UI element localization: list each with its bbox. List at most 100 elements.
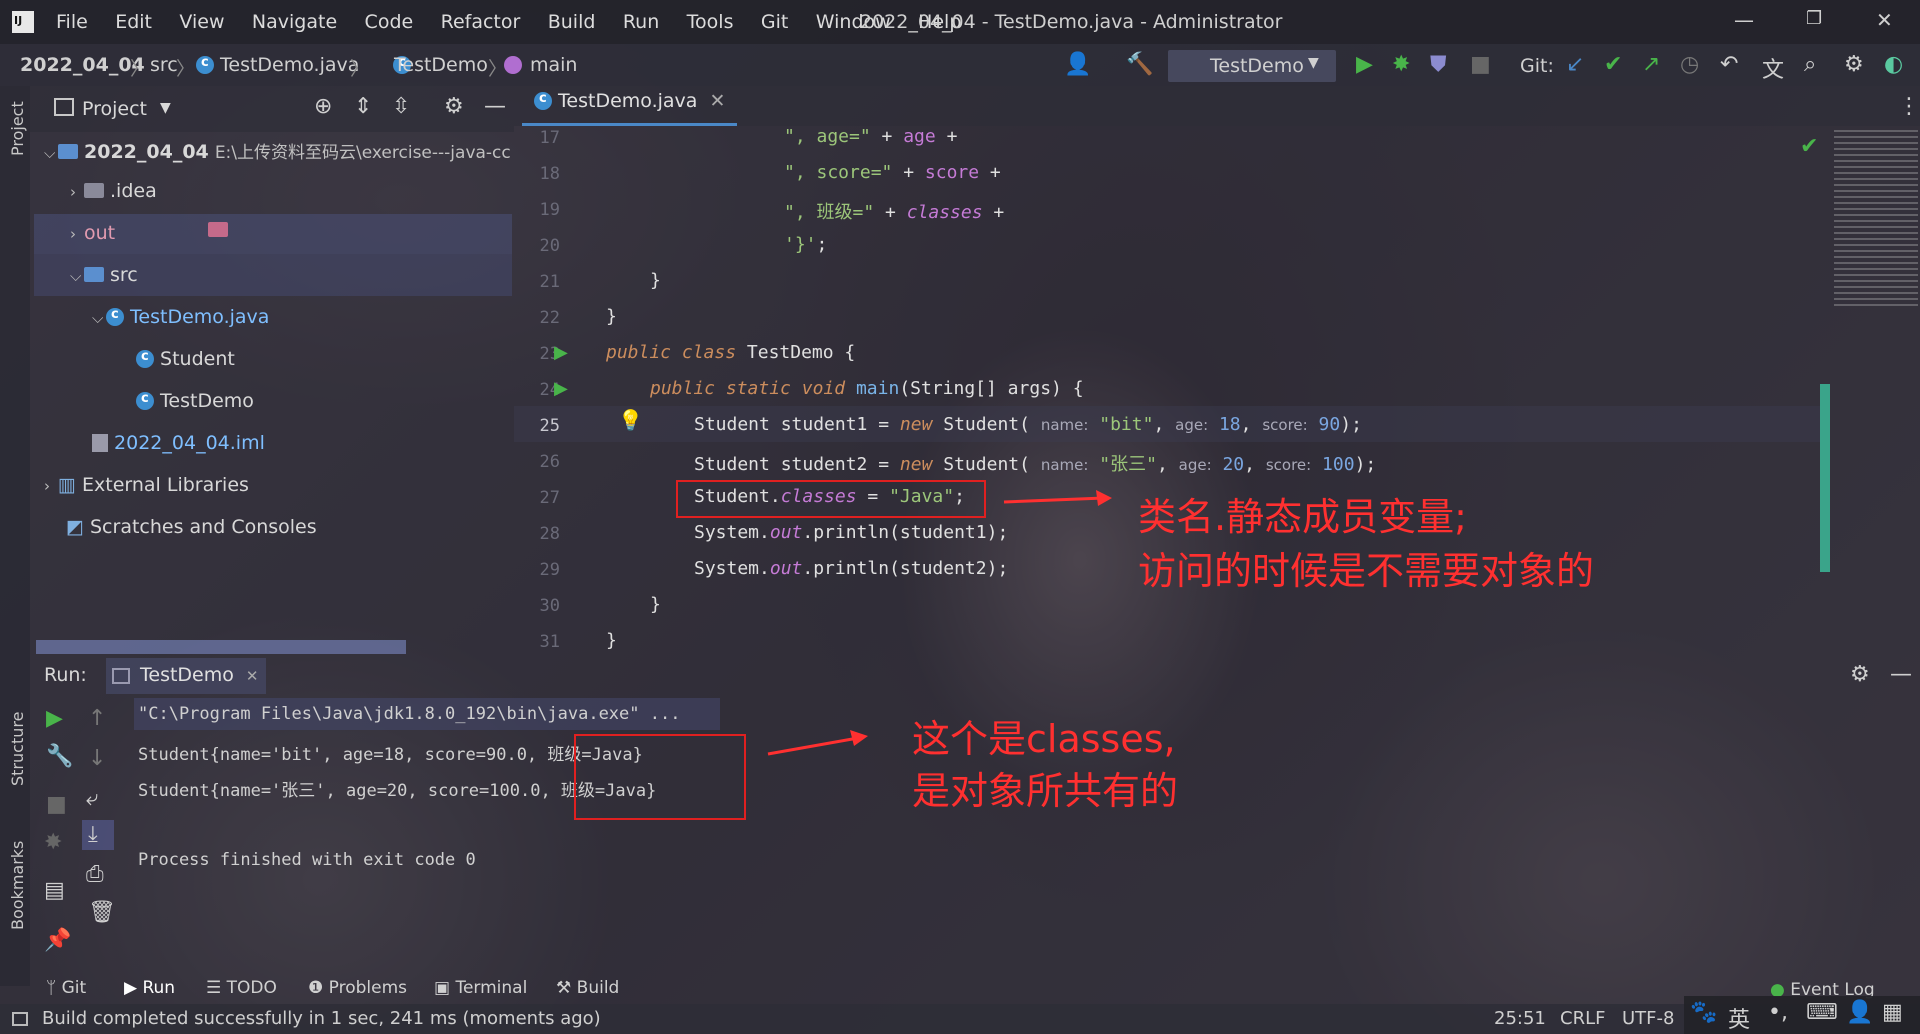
hide-panel-icon[interactable]: —	[484, 94, 506, 119]
punctuation-icon[interactable]: •,	[1768, 1000, 1788, 1025]
plugin-icon[interactable]: ◐	[1884, 52, 1903, 77]
print-icon[interactable]: ⎙	[86, 862, 104, 887]
close-tab-icon[interactable]: ✕	[246, 667, 259, 685]
locate-icon[interactable]: ⊕	[314, 94, 332, 119]
menu-edit[interactable]: Edit	[115, 11, 152, 33]
code-line-21[interactable]: }	[650, 270, 661, 291]
code-line-23[interactable]: public class TestDemo {	[606, 342, 855, 363]
tree-item-testdemo-class[interactable]: TestDemo	[136, 390, 254, 412]
debug-bug-icon[interactable]: ✸	[44, 830, 62, 855]
breadcrumb-src[interactable]: src	[150, 54, 178, 76]
run-icon[interactable]: ▶	[1356, 52, 1373, 77]
settings-gear-icon[interactable]: ⚙	[1844, 52, 1864, 77]
code-minimap[interactable]	[1834, 130, 1918, 310]
git-commit-icon[interactable]: ✔	[1604, 52, 1622, 77]
bottom-tab-todo[interactable]: ☰ TODO	[206, 978, 277, 998]
layout-icon[interactable]: ▤	[44, 878, 65, 903]
soft-wrap-icon[interactable]: ⤶	[86, 786, 98, 811]
breadcrumb-file[interactable]: TestDemo.java	[220, 54, 359, 76]
project-panel-title[interactable]: Project	[82, 98, 147, 120]
bottom-tab-problems[interactable]: ❶ Problems	[308, 978, 407, 998]
keyboard-icon[interactable]: ⌨	[1806, 1000, 1838, 1025]
build-hammer-icon[interactable]: 🔨	[1126, 52, 1153, 77]
arrow-down-icon[interactable]: ↓	[88, 746, 106, 771]
more-options-icon[interactable]: ⋮	[1898, 94, 1920, 119]
code-line-28[interactable]: System.out.println(student1);	[694, 522, 1008, 543]
user-icon[interactable]: 👤	[1064, 52, 1091, 77]
tree-item-src[interactable]: ⌵ src	[70, 264, 138, 286]
code-line-31[interactable]: }	[606, 630, 617, 651]
output-line-command[interactable]: "C:\Program Files\Java\jdk1.8.0_192\bin\…	[138, 704, 680, 724]
tree-item-idea[interactable]: › .idea	[70, 180, 157, 202]
project-settings-gear-icon[interactable]: ⚙	[444, 94, 464, 119]
status-toggle-icon[interactable]	[12, 1012, 28, 1026]
minimize-icon[interactable]: —	[1734, 8, 1754, 32]
code-line-29[interactable]: System.out.println(student2);	[694, 558, 1008, 579]
pin-icon[interactable]: 📌	[44, 928, 71, 953]
trash-icon[interactable]: 🗑	[88, 900, 116, 925]
menu-navigate[interactable]: Navigate	[252, 11, 337, 33]
bottom-tab-git[interactable]: ᛘ Git	[46, 978, 86, 998]
bottom-tab-build[interactable]: ⚒ Build	[556, 978, 619, 998]
breadcrumb-method[interactable]: main	[530, 54, 577, 76]
stop-icon[interactable]: ■	[46, 792, 67, 817]
run-tab-testdemo[interactable]: TestDemo ✕	[106, 658, 266, 694]
bottom-tab-terminal[interactable]: ▣ Terminal	[434, 978, 527, 998]
code-line-17[interactable]: ", age=" + age +	[784, 126, 957, 147]
debug-bug-icon[interactable]: ✸	[1392, 52, 1410, 77]
hide-panel-icon[interactable]: —	[1890, 662, 1912, 687]
translate-icon[interactable]: 文	[1762, 52, 1784, 84]
menu-git[interactable]: Git	[761, 11, 788, 33]
tree-item-iml[interactable]: 2022_04_04.iml	[92, 432, 265, 454]
breadcrumb-class[interactable]: TestDemo	[394, 54, 488, 76]
code-line-26[interactable]: Student student2 = new Student( name: "张…	[694, 450, 1376, 476]
breadcrumb-project[interactable]: 2022_04_04	[20, 54, 145, 76]
menu-file[interactable]: File	[56, 11, 88, 33]
menu-tools[interactable]: Tools	[687, 11, 734, 33]
grid-icon[interactable]: ▦	[1882, 1000, 1903, 1025]
bookmarks-tool-button[interactable]: Bookmarks	[8, 841, 27, 930]
wrench-icon[interactable]: 🔧	[46, 744, 73, 769]
code-line-19[interactable]: ", 班级=" + classes +	[784, 198, 1004, 224]
rerun-icon[interactable]: ▶	[46, 706, 63, 731]
tree-item-testdemo-java[interactable]: ⌵ TestDemo.java	[92, 306, 269, 328]
close-icon[interactable]: ✕	[1876, 8, 1893, 32]
history-icon[interactable]: ◷	[1680, 52, 1699, 77]
tree-item-student[interactable]: Student	[136, 348, 235, 370]
run-settings-gear-icon[interactable]: ⚙	[1850, 662, 1870, 687]
expand-all-icon[interactable]: ⇕	[354, 94, 372, 119]
bottom-tab-run[interactable]: ▶ Run	[124, 978, 175, 998]
restore-icon[interactable]: ❐	[1806, 8, 1822, 29]
code-line-22[interactable]: }	[606, 306, 617, 327]
file-encoding[interactable]: UTF-8	[1622, 1008, 1674, 1029]
code-line-20[interactable]: '}';	[784, 234, 827, 255]
scroll-to-end-toggle[interactable]	[82, 820, 114, 850]
collapse-all-icon[interactable]: ⇳	[392, 94, 410, 119]
git-push-icon[interactable]: ↗	[1642, 52, 1660, 77]
user-icon[interactable]: 👤	[1846, 1000, 1873, 1025]
menu-build[interactable]: Build	[548, 11, 596, 33]
code-line-25[interactable]: Student student1 = new Student( name: "b…	[694, 414, 1362, 435]
chevron-down-icon[interactable]: ▼	[160, 100, 171, 116]
horizontal-scrollbar[interactable]	[36, 640, 406, 654]
stop-icon[interactable]: ■	[1470, 52, 1491, 77]
line-separator[interactable]: CRLF	[1560, 1008, 1605, 1029]
structure-tool-button[interactable]: Structure	[8, 712, 27, 786]
editor-scrollbar-thumb[interactable]	[1820, 384, 1830, 572]
search-icon[interactable]: ⌕	[1804, 52, 1816, 77]
code-line-30[interactable]: }	[650, 594, 661, 615]
lightbulb-icon[interactable]: 💡	[618, 408, 643, 432]
editor-tab-testdemo[interactable]: TestDemo.java ✕	[522, 90, 738, 126]
rollback-icon[interactable]: ↶	[1720, 52, 1738, 77]
menu-run[interactable]: Run	[623, 11, 659, 33]
paw-icon[interactable]: 🐾	[1690, 1000, 1717, 1025]
tree-item-root[interactable]: ⌵ 2022_04_04 E:\上传资料至码云\exercise---java-c…	[44, 138, 511, 163]
git-update-icon[interactable]: ↙	[1566, 52, 1584, 77]
menu-code[interactable]: Code	[365, 11, 414, 33]
output-line-student1[interactable]: Student{name='bit', age=18, score=90.0, …	[138, 740, 643, 765]
close-tab-icon[interactable]: ✕	[709, 90, 725, 112]
run-gutter-icon[interactable]: ▶	[554, 342, 568, 363]
tree-item-out[interactable]: › out	[70, 222, 228, 244]
menu-refactor[interactable]: Refactor	[441, 11, 521, 33]
code-line-18[interactable]: ", score=" + score +	[784, 162, 1001, 183]
